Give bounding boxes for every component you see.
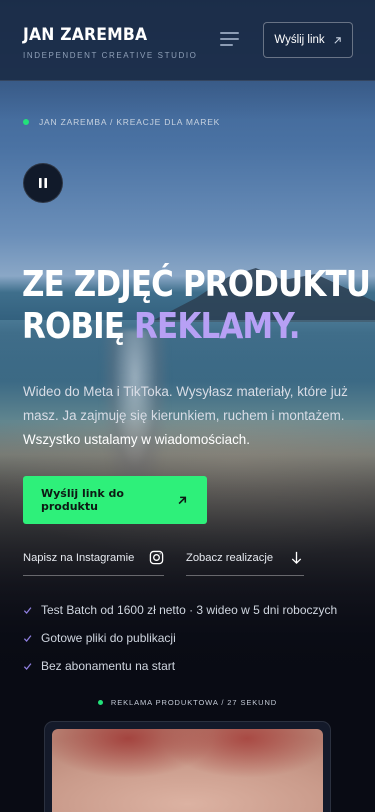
headline-line-1: ZE ZDJĘĆ PRODUKTU xyxy=(22,264,371,305)
benefits-list: Test Batch od 1600 zł netto · 3 wideo w … xyxy=(23,596,337,680)
list-item: Gotowe pliki do publikacji xyxy=(23,624,337,652)
check-icon xyxy=(23,606,32,614)
headline-prefix: ROBIĘ xyxy=(22,306,135,347)
headline-accent: REKLAMY. xyxy=(134,306,301,347)
instagram-link[interactable]: Napisz na Instagramie xyxy=(23,544,164,576)
headline-line-2: ROBIĘ REKLAMY. xyxy=(22,306,314,348)
hamburger-menu-icon[interactable] xyxy=(220,30,242,48)
site-header: JAN ZAREMBA INDEPENDENT CREATIVE STUDIO … xyxy=(0,0,375,81)
see-work-link[interactable]: Zobacz realizacje xyxy=(186,544,304,576)
hero-section: JAN ZAREMBA / KREACJE DLA MAREK ZE ZDJĘĆ… xyxy=(0,0,375,812)
primary-cta-label: Wyślij link do produktu xyxy=(41,487,124,513)
pause-video-button[interactable] xyxy=(23,163,63,203)
benefit-text: Test Batch od 1600 zł netto · 3 wideo w … xyxy=(41,603,338,617)
pause-icon xyxy=(39,178,47,188)
product-video-preview[interactable] xyxy=(44,721,331,812)
send-product-link-button[interactable]: Wyślij link do produktu xyxy=(23,476,207,524)
status-dot xyxy=(97,700,103,705)
video-thumbnail xyxy=(52,729,323,812)
brand-name[interactable]: JAN ZAREMBA xyxy=(23,25,147,45)
video-caption-text: REKLAMA PRODUKTOWA / 27 SEKUND xyxy=(110,698,278,707)
list-item: Test Batch od 1600 zł netto · 3 wideo w … xyxy=(23,596,337,624)
brand-tagline: INDEPENDENT CREATIVE STUDIO xyxy=(23,51,198,60)
hero-headline: ZE ZDJĘĆ PRODUKTU ROBIĘ REKLAMY. xyxy=(22,264,371,348)
breadcrumb: JAN ZAREMBA / KREACJE DLA MAREK xyxy=(23,117,220,127)
benefit-text: Bez abonamentu na start xyxy=(41,659,176,673)
arrow-up-right-icon xyxy=(334,36,341,44)
status-dot xyxy=(23,119,29,125)
instagram-icon xyxy=(149,550,164,565)
hero-description-strong: Wszystko ustalamy w wiadomościach. xyxy=(23,432,250,447)
arrow-up-right-icon xyxy=(178,496,186,504)
benefit-text: Gotowe pliki do publikacji xyxy=(41,631,176,645)
header-cta-label: Wyślij link xyxy=(274,34,325,46)
video-caption: REKLAMA PRODUKTOWA / 27 SEKUND xyxy=(0,698,375,707)
see-work-link-label: Zobacz realizacje xyxy=(186,551,274,564)
list-item: Bez abonamentu na start xyxy=(23,652,337,680)
hero-description: Wideo do Meta i TikToka. Wysyłasz materi… xyxy=(23,384,348,423)
check-icon xyxy=(23,662,32,670)
header-send-link-button[interactable]: Wyślij link xyxy=(263,22,353,58)
arrow-down-icon xyxy=(291,551,302,565)
breadcrumb-text: JAN ZAREMBA / KREACJE DLA MAREK xyxy=(39,117,221,127)
instagram-link-label: Napisz na Instagramie xyxy=(23,551,135,564)
check-icon xyxy=(23,634,32,642)
